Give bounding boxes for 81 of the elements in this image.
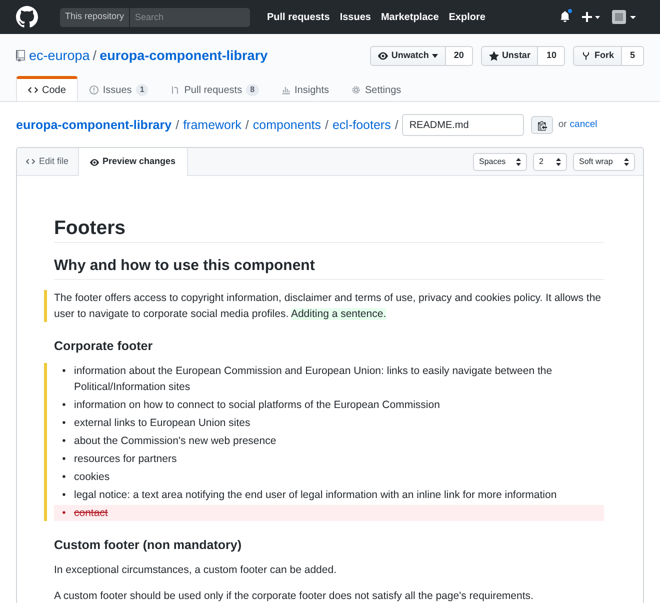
issue-icon	[88, 85, 99, 95]
subsection-heading: Custom footer (non mandatory)	[54, 537, 242, 553]
plus-dropdown-icon	[582, 12, 600, 22]
cancel-link[interactable]: cancel	[570, 118, 598, 132]
sort-arrows-icon	[516, 158, 521, 166]
list-marker: •	[62, 398, 66, 413]
subsection-heading: Corporate footer	[54, 338, 154, 354]
nav-link[interactable]: Explore	[448, 10, 486, 24]
code-icon	[28, 85, 38, 95]
page-heading: Footers	[54, 220, 604, 243]
nav-link[interactable]: Issues	[340, 10, 371, 24]
repo-name-link[interactable]: europa-component-library	[100, 46, 268, 66]
bar-chart-icon	[280, 85, 291, 95]
breadcrumb-link[interactable]: ecl-footers	[332, 116, 391, 134]
breadcrumb-link[interactable]: europa-component-library	[16, 116, 172, 134]
watch-button[interactable]: Unwatch	[370, 46, 446, 66]
counter-badge: 8	[246, 84, 259, 96]
editor-tab[interactable]: Preview changes	[78, 148, 188, 176]
select-dropdown[interactable]: Soft wrap	[573, 152, 635, 170]
eye-icon	[90, 158, 99, 166]
list-item-text: legal notice: a text area notifying the end user of legal information with an inline link for more information	[74, 488, 557, 503]
paragraph: In exceptional circumstances, a custom footer can be added.	[54, 563, 338, 578]
list-marker: •	[62, 364, 66, 379]
list-marker: •	[62, 434, 66, 449]
breadcrumb-link[interactable]: framework	[183, 116, 242, 134]
select-dropdown[interactable]: 2	[533, 152, 567, 170]
list-item-text: cookies	[74, 470, 110, 485]
or-text: or	[558, 118, 567, 132]
path-separator: /	[325, 116, 328, 134]
nav-link[interactable]: Marketplace	[380, 10, 439, 24]
list-item-text: information on how to connect to social platforms of the European Commission	[74, 398, 440, 413]
repo-tab[interactable]: Code	[16, 76, 78, 101]
search-scope[interactable]: This repository	[60, 8, 130, 26]
list-item-text: resources for partners	[74, 452, 177, 467]
list-item-text: about the Commission's new web presence	[74, 434, 276, 449]
select-dropdown[interactable]: Spaces	[473, 152, 527, 170]
repo-tab[interactable]: Settings	[340, 76, 412, 101]
code-icon	[26, 157, 35, 166]
path-separator: /	[92, 46, 97, 65]
sort-arrows-icon	[556, 158, 561, 166]
paragraph: The footer offers access to copyright information, disclaimer and terms of use, privacy and cookies policy. It allows the user to navigate to corporate social media profiles. Additing a sentence.	[54, 291, 602, 322]
gear-icon	[351, 85, 361, 95]
caret-icon	[432, 54, 438, 58]
social-count[interactable]: 10	[538, 46, 566, 66]
list-item-text: contact	[74, 506, 108, 521]
nav-link[interactable]: Pull requests	[267, 10, 330, 24]
repo-tab[interactable]: Pull requests 8	[159, 76, 270, 101]
list-item-text: external links to European Union sites	[74, 416, 250, 431]
breadcrumb-link[interactable]: components	[252, 116, 321, 134]
editor-tab[interactable]: Edit file	[17, 148, 78, 175]
path-separator: /	[245, 116, 249, 134]
list-marker: •	[62, 506, 66, 521]
list-marker: •	[62, 488, 66, 503]
eye-icon	[378, 51, 388, 61]
star-icon	[488, 51, 499, 61]
counter-badge: 1	[136, 84, 148, 96]
github-logo-icon	[16, 6, 38, 28]
list-marker: •	[62, 416, 66, 431]
list-marker: •	[62, 470, 66, 485]
owner-link[interactable]: ec-europa	[29, 46, 90, 66]
section-heading: Why and how to use this component	[54, 258, 604, 280]
list-marker: •	[62, 452, 66, 467]
filename-field[interactable]: README.md	[402, 114, 524, 136]
fork-button[interactable]: Fork	[573, 46, 622, 66]
clipboard-button[interactable]	[531, 116, 554, 134]
fork-icon	[581, 51, 592, 61]
search-field[interactable]: Search	[130, 8, 250, 26]
repo-tab[interactable]: Issues 1	[78, 76, 160, 101]
bell-icon[interactable]	[560, 11, 570, 23]
clipboard-icon	[538, 120, 547, 130]
avatar-dropdown-icon	[612, 10, 636, 24]
repo-tab[interactable]: Insights	[270, 76, 340, 101]
path-separator: /	[176, 116, 180, 134]
paragraph: A custom footer should be used only if the corporate footer does not satisfy all the page's requirements.	[54, 589, 534, 603]
path-separator: /	[394, 116, 398, 134]
pull-request-icon	[170, 85, 180, 95]
sort-arrows-icon	[624, 158, 629, 166]
repo-icon	[16, 50, 25, 62]
social-count[interactable]: 5	[622, 46, 644, 66]
social-count[interactable]: 20	[446, 46, 473, 66]
star-button[interactable]: Unstar	[480, 46, 538, 66]
